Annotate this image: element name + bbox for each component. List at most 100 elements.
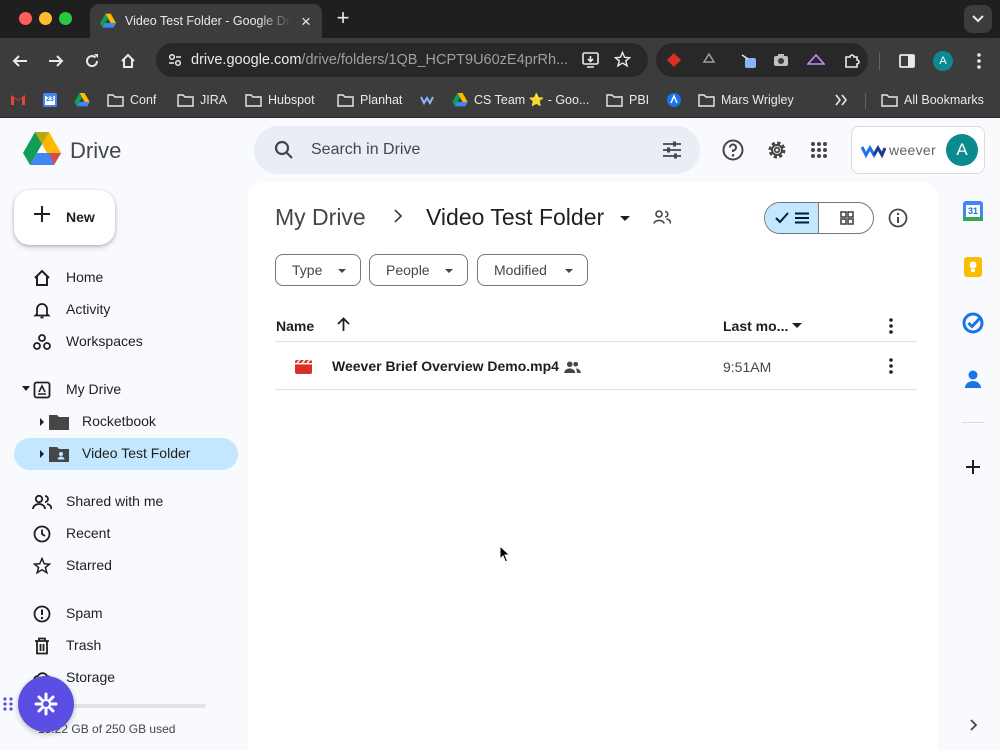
folder-icon [49, 415, 69, 430]
tab-close-icon[interactable]: × [298, 13, 314, 30]
bookmark-star-icon[interactable] [614, 51, 631, 68]
breadcrumb-current-folder[interactable]: Video Test Folder [426, 204, 604, 231]
nav-trash[interactable]: Trash [14, 630, 238, 662]
search-input[interactable]: Search in Drive [254, 126, 700, 174]
calendar-app-button[interactable]: 31 [962, 200, 984, 222]
filter-modified-chip[interactable]: Modified [477, 254, 588, 286]
nav-home[interactable]: Home [14, 262, 238, 294]
bookmark-hubspot[interactable]: Hubspot [245, 90, 315, 110]
workspaces-icon [32, 332, 52, 352]
nav-rocketbook[interactable]: Rocketbook [14, 406, 238, 438]
reload-button[interactable] [81, 50, 103, 72]
pen-extension-icon[interactable] [740, 51, 758, 69]
bookmark-drive[interactable] [74, 90, 90, 110]
bookmark-planhat[interactable]: Planhat [337, 90, 402, 110]
nav-activity[interactable]: Activity [14, 294, 238, 326]
chevron-right-icon [394, 209, 403, 223]
bookmark-conf[interactable]: Conf [107, 90, 156, 110]
keep-icon [964, 257, 982, 277]
drive-app: Drive Search in Drive weever A New Home … [0, 118, 1000, 750]
bookmark-jira[interactable]: JIRA [177, 90, 227, 110]
get-addons-button[interactable] [962, 456, 984, 478]
caret-down-icon [338, 269, 346, 273]
drive-logo-icon[interactable] [23, 132, 61, 166]
back-button[interactable] [9, 50, 31, 72]
plus-icon [34, 206, 50, 222]
reload-icon [86, 54, 99, 68]
arrow-up-icon[interactable] [337, 317, 350, 332]
browser-menu-button[interactable] [968, 50, 990, 72]
drive-icon [74, 93, 90, 107]
file-name[interactable]: Weever Brief Overview Demo.mp4 [332, 358, 559, 374]
bookmark-ai[interactable] [666, 90, 682, 110]
support-button[interactable] [721, 138, 745, 162]
forward-button[interactable] [45, 50, 67, 72]
sort-caret-icon[interactable] [792, 323, 802, 328]
share-people-icon[interactable] [653, 210, 671, 224]
hanger-extension-icon[interactable] [807, 51, 825, 69]
all-bookmarks-button[interactable]: All Bookmarks [881, 90, 984, 110]
more-vert-icon[interactable] [889, 318, 893, 334]
search-options-icon[interactable] [662, 140, 682, 160]
hide-side-panel-button[interactable] [962, 714, 984, 736]
bookmark-mars-wrigley[interactable]: Mars Wrigley [698, 90, 794, 110]
side-panel-button[interactable] [896, 50, 918, 72]
nav-starred[interactable]: Starred [14, 550, 238, 582]
zoom-window-button[interactable] [59, 12, 72, 25]
minimize-window-button[interactable] [39, 12, 52, 25]
nav-recent[interactable]: Recent [14, 518, 238, 550]
account-avatar[interactable]: A [946, 134, 978, 166]
nav-shared-with-me[interactable]: Shared with me [14, 486, 238, 518]
caret-right-icon[interactable] [40, 450, 44, 458]
bookmark-gmail[interactable] [10, 90, 26, 110]
close-window-button[interactable] [19, 12, 32, 25]
tasks-app-button[interactable] [962, 312, 984, 334]
home-button[interactable] [117, 50, 139, 72]
column-header-name[interactable]: Name [276, 318, 314, 334]
install-app-icon[interactable] [582, 52, 599, 68]
drive-favicon-icon [100, 13, 116, 28]
grid-view-button[interactable] [819, 203, 873, 233]
browser-window: Video Test Folder - Google Drive × + dri… [0, 0, 1000, 750]
column-header-last-modified[interactable]: Last mo... [723, 318, 788, 334]
puzzle-extensions-icon[interactable] [843, 51, 861, 69]
recycle-extension-icon[interactable] [700, 51, 718, 69]
asterisk-icon [34, 692, 58, 716]
bookmark-pbi[interactable]: PBI [606, 90, 649, 110]
address-bar[interactable]: drive.google.com/drive/folders/1QB_HCPT9… [156, 43, 648, 77]
new-tab-button[interactable]: + [333, 7, 353, 29]
plus-icon [966, 460, 980, 474]
filter-type-chip[interactable]: Type [275, 254, 361, 286]
nav-my-drive[interactable]: My Drive [14, 374, 238, 406]
filter-people-chip[interactable]: People [369, 254, 468, 286]
caret-right-icon[interactable] [40, 418, 44, 426]
contacts-app-button[interactable] [962, 368, 984, 390]
google-apps-button[interactable] [807, 138, 831, 162]
caret-down-icon[interactable] [22, 386, 30, 391]
bookmark-cs-team[interactable]: CS Team ⭐ - Goo... [452, 90, 589, 110]
red-extension-icon[interactable] [665, 51, 683, 69]
trash-icon [32, 636, 52, 656]
account-switcher[interactable]: weever A [851, 126, 985, 174]
breadcrumb-my-drive[interactable]: My Drive [275, 204, 366, 231]
bookmarks-overflow-button[interactable] [835, 90, 847, 110]
bookmark-calendar[interactable]: 23 [42, 90, 58, 110]
drag-handle-icon[interactable] [2, 696, 14, 712]
browser-profile-avatar[interactable]: A [933, 51, 953, 71]
keep-app-button[interactable] [962, 256, 984, 278]
browser-tab-active[interactable]: Video Test Folder - Google Drive × [90, 4, 322, 38]
weever-floating-button[interactable] [18, 676, 74, 732]
folder-menu-caret-icon[interactable] [620, 216, 630, 221]
info-icon[interactable] [888, 208, 908, 228]
new-button[interactable]: New [14, 190, 115, 245]
bookmark-weever[interactable] [420, 90, 434, 110]
camera-extension-icon[interactable] [772, 51, 790, 69]
mouse-cursor-icon [499, 545, 511, 563]
nav-spam[interactable]: Spam [14, 598, 238, 630]
nav-video-test-folder[interactable]: Video Test Folder [14, 438, 238, 470]
tab-search-button[interactable] [964, 5, 992, 33]
nav-workspaces[interactable]: Workspaces [14, 326, 238, 358]
settings-button[interactable] [765, 138, 789, 162]
more-vert-icon[interactable] [889, 358, 893, 374]
list-view-button[interactable] [765, 203, 819, 233]
